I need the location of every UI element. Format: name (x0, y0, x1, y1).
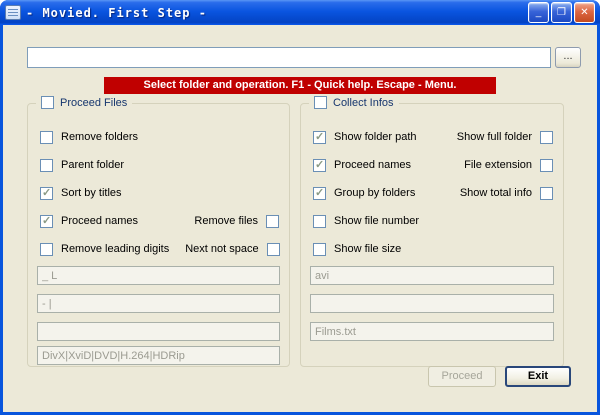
extension-filter-field[interactable] (310, 266, 554, 285)
row-show-folder-path: Show folder path Show full folder (313, 130, 553, 144)
window-controls: _ ❐ ✕ (528, 2, 595, 23)
show-file-number-label: Show file number (334, 215, 419, 227)
show-file-number-checkbox[interactable] (313, 215, 326, 228)
next-not-space-checkbox[interactable] (267, 243, 280, 256)
maximize-button[interactable]: ❐ (551, 2, 572, 23)
show-total-info-checkbox[interactable] (540, 187, 553, 200)
group-by-folders-label: Group by folders (334, 187, 415, 199)
row-show-file-number: Show file number (313, 214, 553, 228)
proceed-names-collect-checkbox[interactable] (313, 159, 326, 172)
proceed-button[interactable]: Proceed (428, 366, 496, 387)
codec-filter-field[interactable] (37, 346, 280, 365)
next-not-space-label: Next not space (185, 243, 258, 255)
proceed-names-label: Proceed names (61, 215, 138, 227)
row-remove-leading-digits: Remove leading digits Next not space (40, 242, 279, 256)
show-folder-path-checkbox[interactable] (313, 131, 326, 144)
row-sort-by-titles: Sort by titles (40, 186, 279, 200)
output-file-field[interactable] (310, 322, 554, 341)
remove-folders-label: Remove folders (61, 131, 138, 143)
group-by-folders-checkbox[interactable] (313, 187, 326, 200)
separator-pattern-field-1[interactable] (37, 266, 280, 285)
row-remove-folders: Remove folders (40, 130, 279, 144)
separator-pattern-field-3[interactable] (37, 322, 280, 341)
row-parent-folder: Parent folder (40, 158, 279, 172)
proceed-names-collect-label: Proceed names (334, 159, 411, 171)
titlebar: - Movied. First Step - _ ❐ ✕ (0, 0, 600, 25)
collect-infos-group-label: Collect Infos (333, 97, 394, 109)
app-icon (5, 5, 21, 20)
proceed-files-group: Proceed Files Remove folders Parent fold… (27, 103, 290, 367)
minimize-button[interactable]: _ (528, 2, 549, 23)
remove-files-checkbox[interactable] (266, 215, 279, 228)
show-full-folder-label: Show full folder (457, 131, 532, 143)
file-extension-label: File extension (464, 159, 532, 171)
collect-infos-group: Collect Infos Show folder path Show full… (300, 103, 564, 367)
extra-filter-field[interactable] (310, 294, 554, 313)
sort-by-titles-label: Sort by titles (61, 187, 122, 199)
help-banner: Select folder and operation. F1 - Quick … (104, 77, 496, 94)
proceed-names-checkbox[interactable] (40, 215, 53, 228)
proceed-files-group-title: Proceed Files (36, 96, 132, 109)
collect-infos-group-checkbox[interactable] (314, 96, 327, 109)
close-button[interactable]: ✕ (574, 2, 595, 23)
window-title: - Movied. First Step - (26, 6, 523, 20)
show-full-folder-checkbox[interactable] (540, 131, 553, 144)
collect-infos-group-title: Collect Infos (309, 96, 399, 109)
show-total-info-label: Show total info (460, 187, 532, 199)
row-proceed-names-collect: Proceed names File extension (313, 158, 553, 172)
browse-button[interactable]: ... (555, 47, 581, 68)
show-file-size-checkbox[interactable] (313, 243, 326, 256)
remove-files-label: Remove files (194, 215, 258, 227)
show-folder-path-label: Show folder path (334, 131, 417, 143)
separator-pattern-field-2[interactable] (37, 294, 280, 313)
proceed-files-group-checkbox[interactable] (41, 96, 54, 109)
row-group-by-folders: Group by folders Show total info (313, 186, 553, 200)
remove-leading-digits-label: Remove leading digits (61, 243, 169, 255)
parent-folder-label: Parent folder (61, 159, 124, 171)
file-extension-checkbox[interactable] (540, 159, 553, 172)
row-show-file-size: Show file size (313, 242, 553, 256)
folder-path-input[interactable] (27, 47, 551, 68)
row-proceed-names: Proceed names Remove files (40, 214, 279, 228)
sort-by-titles-checkbox[interactable] (40, 187, 53, 200)
parent-folder-checkbox[interactable] (40, 159, 53, 172)
remove-folders-checkbox[interactable] (40, 131, 53, 144)
show-file-size-label: Show file size (334, 243, 401, 255)
app-window: - Movied. First Step - _ ❐ ✕ ... Select … (0, 0, 600, 415)
exit-button[interactable]: Exit (505, 366, 571, 387)
remove-leading-digits-checkbox[interactable] (40, 243, 53, 256)
proceed-files-group-label: Proceed Files (60, 97, 127, 109)
window-content: ... Select folder and operation. F1 - Qu… (3, 25, 597, 412)
